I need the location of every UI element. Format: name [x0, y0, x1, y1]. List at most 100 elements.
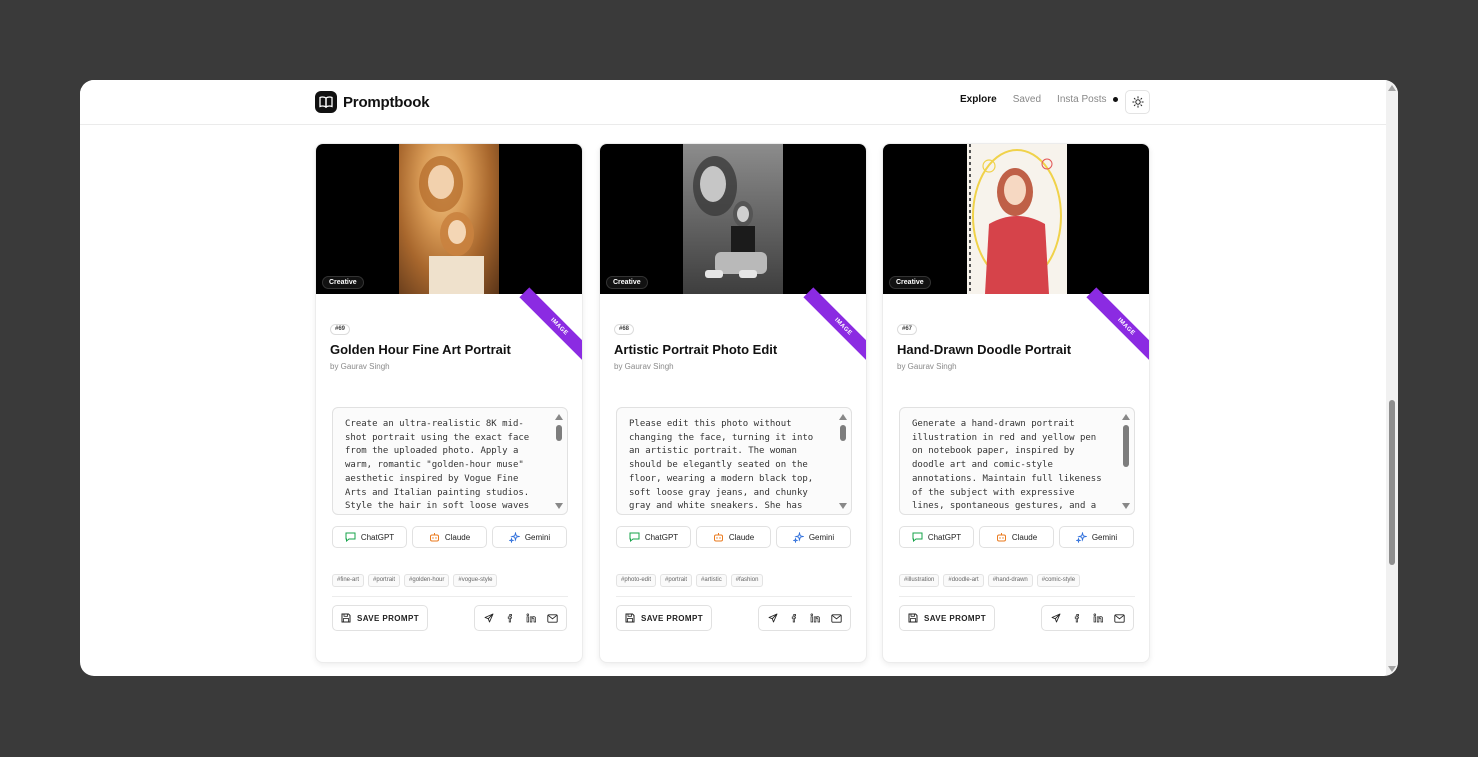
divider [332, 596, 568, 597]
floppy-disk-icon [908, 613, 918, 623]
card-image[interactable]: Creative [883, 144, 1149, 294]
scroll-up-arrow[interactable] [839, 414, 847, 420]
send-icon[interactable] [764, 609, 782, 627]
tag-chip[interactable]: #photo-edit [616, 574, 657, 587]
floppy-disk-icon [625, 613, 635, 623]
prompt-card[interactable]: Creative IMAGE #69 Golden Hour Fine Art … [315, 143, 583, 663]
book-icon [315, 91, 337, 113]
gemini-label: Gemini [524, 532, 551, 542]
sparkle-icon [1075, 531, 1087, 543]
prompt-number: #68 [614, 324, 635, 335]
divider [899, 596, 1135, 597]
chat-bubble-icon [629, 532, 640, 542]
card-image[interactable]: Creative [600, 144, 866, 294]
gemini-button[interactable]: Gemini [1059, 526, 1134, 548]
portrait-image [967, 144, 1067, 294]
prompt-card[interactable]: Creative IMAGE #67 Hand-Drawn Doodle Por… [882, 143, 1150, 663]
category-tag: Creative [889, 276, 931, 289]
save-prompt-button[interactable]: SAVE PROMPT [332, 605, 428, 631]
scroll-up-arrow[interactable] [555, 414, 563, 420]
robot-icon [996, 533, 1006, 542]
tag-chip[interactable]: #vogue-style [453, 574, 498, 587]
facebook-icon[interactable] [1068, 609, 1086, 627]
save-prompt-label: SAVE PROMPT [923, 613, 987, 623]
prompt-number: #67 [897, 324, 918, 335]
nav-saved[interactable]: Saved [1013, 94, 1041, 105]
prompt-card[interactable]: Creative IMAGE #68 Artistic Portrait Pho… [599, 143, 867, 663]
nav-insta-posts[interactable]: Insta Posts [1057, 94, 1118, 105]
scroll-down-arrow[interactable] [1122, 503, 1130, 509]
send-icon[interactable] [1047, 609, 1065, 627]
nav-explore[interactable]: Explore [960, 94, 997, 105]
card-author: by Gaurav Singh [897, 362, 957, 371]
image-badge: IMAGE [519, 287, 582, 367]
linkedin-icon[interactable] [522, 609, 540, 627]
scroll-up-arrow[interactable] [1388, 85, 1396, 91]
scroll-down-arrow[interactable] [839, 503, 847, 509]
claude-button[interactable]: Claude [696, 526, 771, 548]
scroll-down-arrow[interactable] [1388, 666, 1396, 672]
tag-chip[interactable]: #hand-drawn [987, 574, 1033, 587]
chatgpt-label: ChatGPT [927, 532, 962, 542]
card-title[interactable]: Artistic Portrait Photo Edit [614, 342, 777, 357]
theme-toggle-button[interactable] [1125, 90, 1150, 114]
mail-icon[interactable] [827, 609, 845, 627]
tag-chip[interactable]: #portrait [368, 574, 401, 587]
chatgpt-button[interactable]: ChatGPT [616, 526, 691, 548]
portrait-image [683, 144, 783, 294]
mail-icon[interactable] [1110, 609, 1128, 627]
tag-chip[interactable]: #comic-style [1036, 574, 1081, 587]
scroll-thumb[interactable] [1389, 400, 1395, 565]
save-prompt-label: SAVE PROMPT [640, 613, 704, 623]
card-title[interactable]: Hand-Drawn Doodle Portrait [897, 342, 1071, 357]
prompt-textarea[interactable]: Generate a hand-drawn portrait illustrat… [899, 407, 1135, 515]
scroll-up-arrow[interactable] [1122, 414, 1130, 420]
image-badge: IMAGE [1086, 287, 1149, 367]
tag-chip[interactable]: #fashion [730, 574, 764, 587]
share-buttons [1041, 605, 1134, 631]
chatgpt-button[interactable]: ChatGPT [332, 526, 407, 548]
claude-label: Claude [444, 532, 471, 542]
card-image[interactable]: Creative [316, 144, 582, 294]
gemini-button[interactable]: Gemini [492, 526, 567, 548]
tag-chip[interactable]: #golden-hour [404, 574, 450, 587]
scroll-down-arrow[interactable] [555, 503, 563, 509]
tag-chip[interactable]: #fine-art [332, 574, 365, 587]
gemini-label: Gemini [808, 532, 835, 542]
nav-insta-posts-label: Insta Posts [1057, 94, 1107, 105]
tag-chip[interactable]: #doodle-art [943, 574, 984, 587]
claude-button[interactable]: Claude [979, 526, 1054, 548]
chatgpt-label: ChatGPT [360, 532, 395, 542]
claude-button[interactable]: Claude [412, 526, 487, 548]
image-badge: IMAGE [803, 287, 866, 367]
prompt-number: #69 [330, 324, 351, 335]
gemini-button[interactable]: Gemini [776, 526, 851, 548]
prompt-textarea[interactable]: Create an ultra-realistic 8K mid-shot po… [332, 407, 568, 515]
linkedin-icon[interactable] [806, 609, 824, 627]
ai-buttons: ChatGPT Claude Gemini [332, 526, 567, 548]
claude-label: Claude [728, 532, 755, 542]
claude-label: Claude [1011, 532, 1038, 542]
top-navbar: Promptbook Explore Saved Insta Posts [80, 80, 1386, 125]
page-scrollbar[interactable] [1386, 80, 1398, 676]
tag-chip[interactable]: #artistic [696, 574, 727, 587]
tag-chip[interactable]: #portrait [660, 574, 693, 587]
linkedin-icon[interactable] [1089, 609, 1107, 627]
send-icon[interactable] [480, 609, 498, 627]
divider [616, 596, 852, 597]
card-title[interactable]: Golden Hour Fine Art Portrait [330, 342, 511, 357]
brand[interactable]: Promptbook [315, 91, 430, 113]
browser-viewport: Promptbook Explore Saved Insta Posts Cre… [80, 80, 1398, 676]
prompt-textarea[interactable]: Please edit this photo without changing … [616, 407, 852, 515]
facebook-icon[interactable] [501, 609, 519, 627]
facebook-icon[interactable] [785, 609, 803, 627]
save-prompt-button[interactable]: SAVE PROMPT [616, 605, 712, 631]
mail-icon[interactable] [543, 609, 561, 627]
scroll-thumb[interactable] [840, 425, 846, 441]
chatgpt-button[interactable]: ChatGPT [899, 526, 974, 548]
tag-chip[interactable]: #illustration [899, 574, 940, 587]
ai-buttons: ChatGPT Claude Gemini [899, 526, 1134, 548]
scroll-thumb[interactable] [1123, 425, 1129, 467]
save-prompt-button[interactable]: SAVE PROMPT [899, 605, 995, 631]
scroll-thumb[interactable] [556, 425, 562, 441]
